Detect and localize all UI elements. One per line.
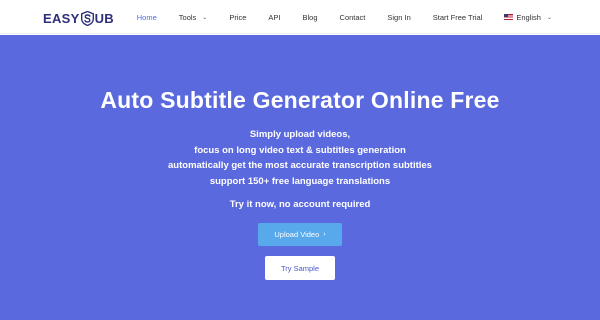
hero-description: Simply upload videos, focus on long vide…	[0, 127, 600, 189]
upload-video-button[interactable]: Upload Video ›	[258, 223, 342, 246]
nav-api[interactable]: API	[268, 13, 280, 22]
hero-line: automatically get the most accurate tran…	[168, 160, 432, 171]
logo-text-right: UB	[94, 10, 114, 26]
nav-price[interactable]: Price	[229, 13, 246, 22]
nav-tools[interactable]: Tools ⌄	[179, 13, 208, 22]
nav-home-label: Home	[136, 12, 157, 22]
nav-start-free-trial[interactable]: Start Free Trial	[433, 13, 483, 22]
language-label: English	[516, 12, 541, 22]
no-account-note: Try it now, no account required	[229, 199, 371, 210]
hero-line: support 150+ free language translations	[209, 175, 391, 187]
nav-menu: Home Tools ⌄ Price API Blog Contact Sign…	[115, 0, 552, 34]
logo-text-left: EASY	[43, 10, 80, 26]
hero-line: focus on long video text & subtitles gen…	[194, 144, 406, 156]
nav-home[interactable]: Home	[137, 13, 157, 22]
easysub-logo[interactable]: EASY UB	[43, 10, 114, 26]
nav-start-free-trial-label: Start Free Trial	[432, 12, 483, 22]
hero-line: Simply upload videos,	[249, 129, 351, 140]
hero-section: Auto Subtitle Generator Online Free Simp…	[0, 35, 600, 320]
chevron-down-icon: ⌄	[202, 14, 208, 21]
try-sample-label: Try Sample	[280, 263, 320, 273]
try-sample-button[interactable]: Try Sample	[265, 256, 335, 280]
upload-video-label: Upload Video	[274, 230, 320, 239]
nav-price-label: Price	[229, 12, 247, 22]
nav-contact[interactable]: Contact	[340, 13, 366, 22]
us-flag-icon	[504, 14, 514, 20]
nav-sign-in[interactable]: Sign In	[387, 13, 410, 22]
nav-api-label: API	[268, 12, 281, 22]
nav-blog-label: Blog	[302, 12, 318, 22]
chevron-down-icon: ⌄	[546, 14, 552, 21]
nav-tools-label: Tools	[178, 12, 197, 22]
language-selector[interactable]: English ⌄	[504, 13, 552, 22]
s-shield-icon	[80, 10, 94, 26]
nav-blog[interactable]: Blog	[303, 13, 318, 22]
top-navigation-bar: EASY UB Home Tools ⌄ Price API Blog Cont…	[0, 0, 600, 34]
hero-title: Auto Subtitle Generator Online Free	[100, 87, 500, 113]
nav-sign-in-label: Sign In	[387, 12, 411, 22]
chevron-right-icon: ›	[323, 231, 326, 238]
nav-contact-label: Contact	[339, 12, 366, 22]
